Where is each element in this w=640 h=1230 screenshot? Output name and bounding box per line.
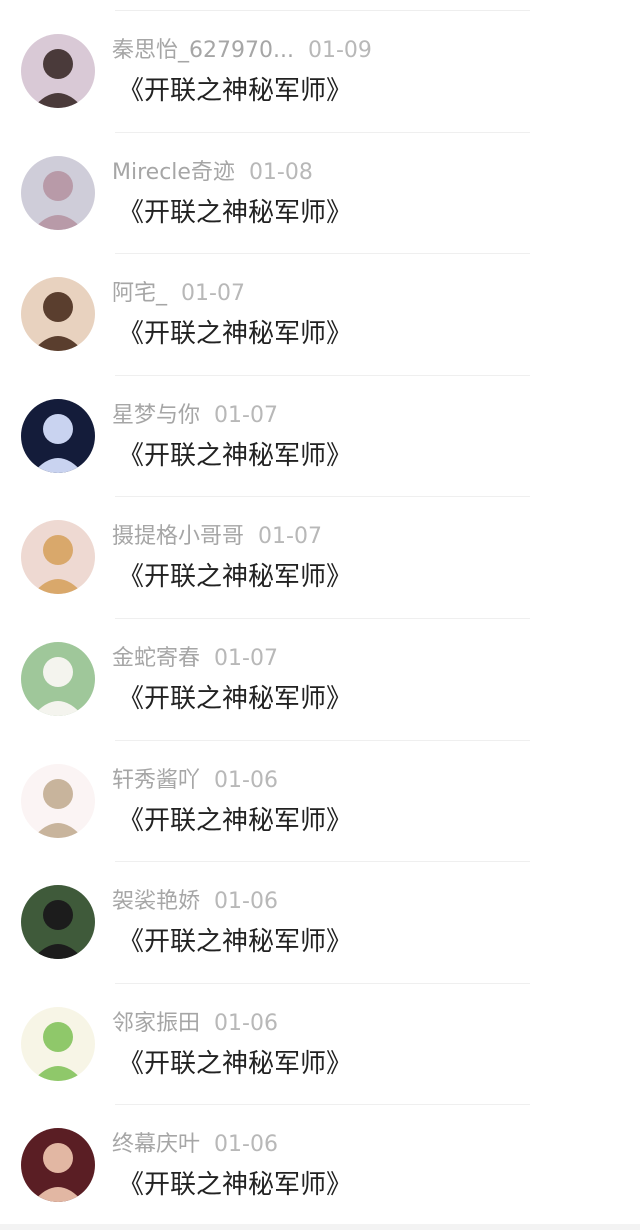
username[interactable]: 星梦与你 <box>112 403 200 428</box>
post-date: 01-07 <box>214 402 278 428</box>
avatar[interactable] <box>21 1128 95 1203</box>
post-date: 01-08 <box>248 159 313 185</box>
list-item[interactable]: 秦思怡_627970... 01-09 《开联之神秘军师》 <box>0 11 640 133</box>
avatar[interactable] <box>21 398 95 473</box>
avatar[interactable] <box>21 277 95 352</box>
avatar[interactable] <box>21 885 95 960</box>
list-item[interactable]: 袈裟艳娇 01-06 《开联之神秘军师》 <box>0 862 640 984</box>
username[interactable]: 秦思怡_627970... <box>112 38 294 63</box>
book-title[interactable]: 《开联之神秘军师》 <box>118 196 352 230</box>
username[interactable]: 阿宅_ <box>112 281 167 306</box>
avatar[interactable] <box>21 34 95 108</box>
list-item[interactable]: 轩秀酱吖 01-06 《开联之神秘军师》 <box>0 741 640 863</box>
avatar[interactable] <box>21 763 95 838</box>
post-date: 01-06 <box>214 1132 278 1158</box>
list-item[interactable]: Mirecle奇迹 01-08 《开联之神秘军师》 <box>0 133 640 255</box>
book-title[interactable]: 《开联之神秘军师》 <box>118 1168 352 1202</box>
avatar[interactable] <box>21 520 95 595</box>
book-title[interactable]: 《开联之神秘军师》 <box>118 804 352 838</box>
avatar[interactable] <box>21 1006 95 1081</box>
book-title[interactable]: 《开联之神秘军师》 <box>118 74 352 108</box>
post-date: 01-06 <box>214 889 278 915</box>
book-title[interactable]: 《开联之神秘军师》 <box>118 925 352 959</box>
list-item[interactable]: 金蛇寄春 01-07 《开联之神秘军师》 <box>0 619 640 741</box>
book-title[interactable]: 《开联之神秘军师》 <box>118 439 352 473</box>
username[interactable]: 终幕庆叶 <box>112 1132 200 1157</box>
username[interactable]: 轩秀酱吖 <box>112 768 200 793</box>
post-date: 01-06 <box>214 1010 278 1036</box>
post-date: 01-07 <box>214 645 278 671</box>
username[interactable]: 袈裟艳娇 <box>112 889 200 914</box>
list-item[interactable]: 终幕庆叶 01-06 《开联之神秘军师》 <box>0 1105 640 1227</box>
list-item[interactable]: 星梦与你 01-07 《开联之神秘军师》 <box>0 376 640 498</box>
book-title[interactable]: 《开联之神秘军师》 <box>118 682 352 716</box>
list-item[interactable]: 阿宅_ 01-07 《开联之神秘军师》 <box>0 254 640 376</box>
post-date: 01-07 <box>181 281 245 307</box>
book-title[interactable]: 《开联之神秘军师》 <box>118 1047 352 1081</box>
avatar[interactable] <box>21 641 95 716</box>
avatar[interactable] <box>21 155 95 230</box>
list-item[interactable]: 邻家振田 01-06 《开联之神秘军师》 <box>0 984 640 1106</box>
list-item[interactable]: 摄提格小哥哥 01-07 《开联之神秘军师》 <box>0 497 640 619</box>
post-date: 01-06 <box>214 767 278 793</box>
username[interactable]: 邻家振田 <box>112 1011 200 1036</box>
comment-list: 秦思怡_627970... 01-09 《开联之神秘军师》 Mirecle奇迹 01… <box>0 11 640 1227</box>
book-title[interactable]: 《开联之神秘军师》 <box>118 317 352 351</box>
username[interactable]: 摄提格小哥哥 <box>112 524 244 549</box>
bottom-divider <box>0 1224 640 1230</box>
post-date: 01-09 <box>307 38 372 63</box>
book-title[interactable]: 《开联之神秘军师》 <box>118 560 352 594</box>
username[interactable]: 金蛇寄春 <box>112 646 200 671</box>
post-date: 01-07 <box>258 524 322 550</box>
username[interactable]: Mirecle奇迹 <box>112 160 235 185</box>
